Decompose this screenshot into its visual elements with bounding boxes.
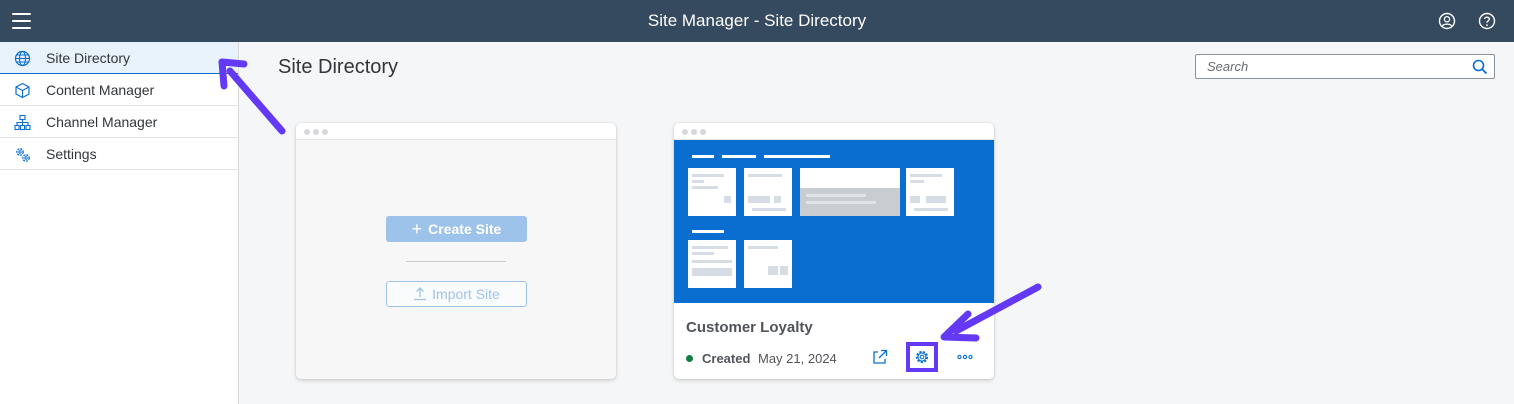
sidebar-item-label: Content Manager: [46, 81, 155, 98]
window-bar: [674, 123, 994, 140]
sidebar-item-label: Settings: [46, 145, 97, 162]
search-icon[interactable]: [1472, 59, 1488, 75]
divider: [406, 261, 506, 262]
site-card[interactable]: Customer Loyalty Created May 21, 2024: [674, 123, 994, 379]
window-bar: [296, 123, 616, 140]
sidebar-item-site-directory[interactable]: Site Directory: [0, 42, 238, 74]
created-date: May 21, 2024: [758, 351, 837, 366]
search-input[interactable]: [1196, 55, 1461, 78]
site-preview-thumbnail[interactable]: [674, 140, 994, 303]
create-card-body: + Create Site Import Site: [296, 140, 616, 379]
create-site-label: Create Site: [428, 221, 502, 237]
sidebar-item-content-manager[interactable]: Content Manager: [0, 74, 238, 106]
globe-icon: [14, 50, 31, 67]
plus-icon: +: [411, 219, 423, 239]
import-site-label: Import Site: [432, 286, 500, 302]
status-badge: Created: [702, 351, 751, 366]
more-options-icon[interactable]: [956, 348, 974, 366]
import-site-button[interactable]: Import Site: [386, 281, 527, 307]
sidebar-item-channel-manager[interactable]: Channel Manager: [0, 106, 238, 138]
sidebar-item-settings[interactable]: Settings: [0, 138, 238, 170]
gears-icon: [16, 148, 30, 162]
status-indicator: [686, 355, 693, 362]
shell-bar: Site Manager - Site Directory: [0, 0, 1514, 42]
sidebar-item-label: Site Directory: [46, 49, 131, 66]
page-title: Site Directory: [278, 56, 399, 78]
upload-icon: [414, 287, 427, 301]
create-site-button[interactable]: + Create Site: [386, 216, 527, 242]
search-field[interactable]: [1195, 54, 1495, 79]
hierarchy-icon: [14, 114, 31, 131]
help-icon[interactable]: [1478, 12, 1496, 30]
cube-icon: [15, 82, 30, 99]
user-profile-icon[interactable]: [1438, 12, 1456, 30]
side-navigation: Site Directory Content Manager Channel M…: [0, 42, 239, 404]
open-external-icon[interactable]: [871, 348, 889, 366]
settings-highlight-box: [906, 342, 938, 372]
sidebar-item-label: Channel Manager: [46, 113, 158, 130]
site-name[interactable]: Customer Loyalty: [686, 319, 813, 336]
app-title: Site Manager - Site Directory: [647, 11, 867, 30]
create-site-card: + Create Site Import Site: [296, 123, 616, 379]
